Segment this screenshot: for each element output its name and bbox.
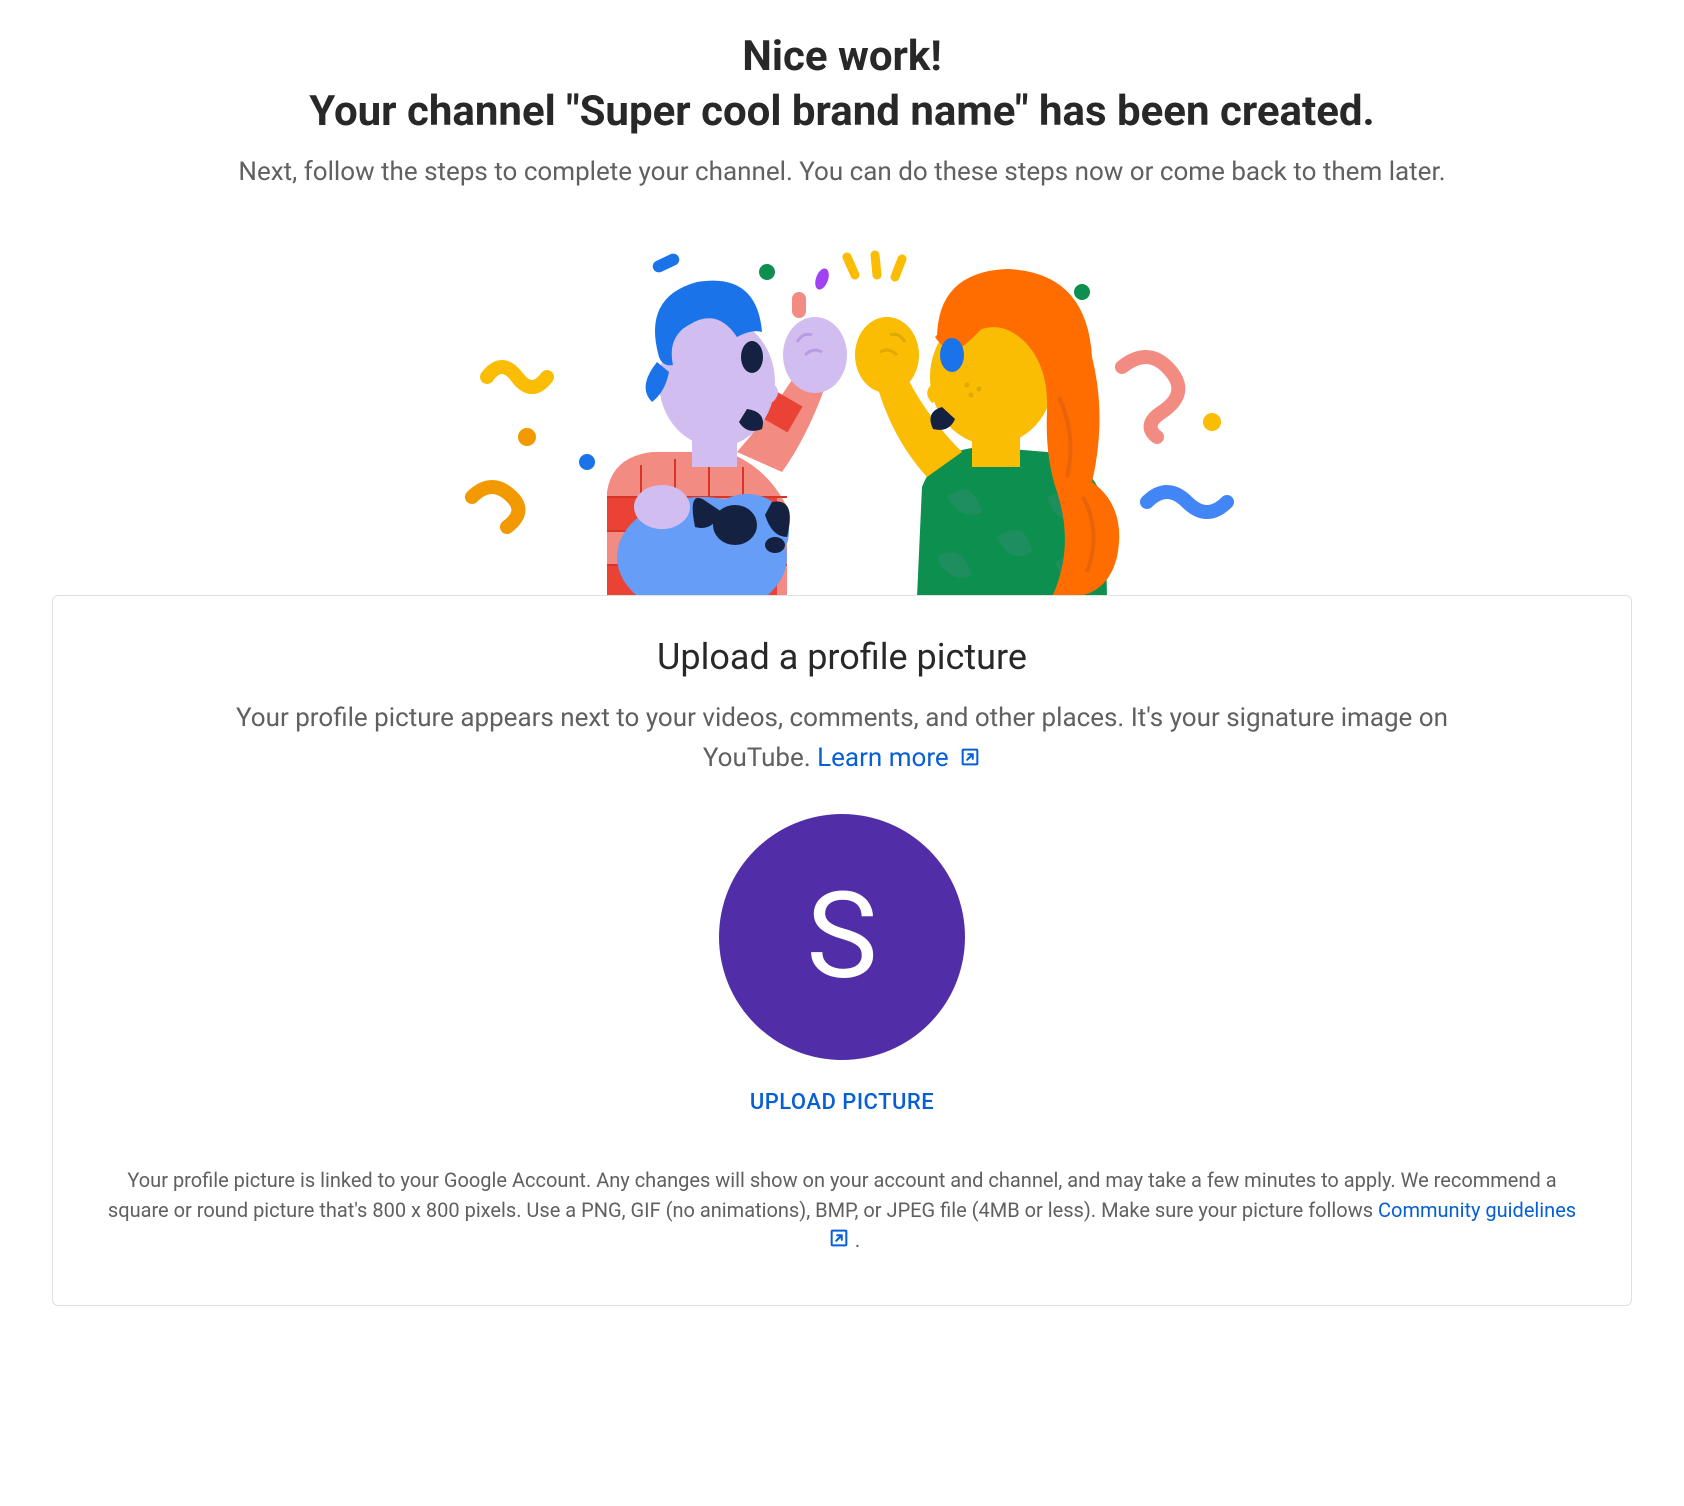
avatar-letter: S [806,867,877,1007]
profile-picture-card: Upload a profile picture Your profile pi… [52,595,1632,1306]
title-line2: Your channel "Super cool brand name" has… [52,85,1632,140]
external-link-icon [828,1227,850,1249]
subtitle: Next, follow the steps to complete your … [52,157,1632,187]
footer-text: Your profile picture is linked to your G… [103,1165,1581,1255]
footer-text-part2: . [855,1228,860,1252]
external-link-icon [959,740,981,762]
learn-more-link[interactable]: Learn more [817,743,981,773]
footer-text-part1: Your profile picture is linked to your G… [108,1168,1557,1222]
celebration-illustration [52,237,1632,597]
upload-picture-button[interactable]: UPLOAD PICTURE [750,1090,934,1115]
avatar-preview: S [719,814,965,1060]
page-header: Nice work! Your channel "Super cool bran… [52,30,1632,187]
title-line1: Nice work! [52,30,1632,85]
card-title: Upload a profile picture [103,636,1581,678]
card-description: Your profile picture appears next to you… [217,698,1467,779]
